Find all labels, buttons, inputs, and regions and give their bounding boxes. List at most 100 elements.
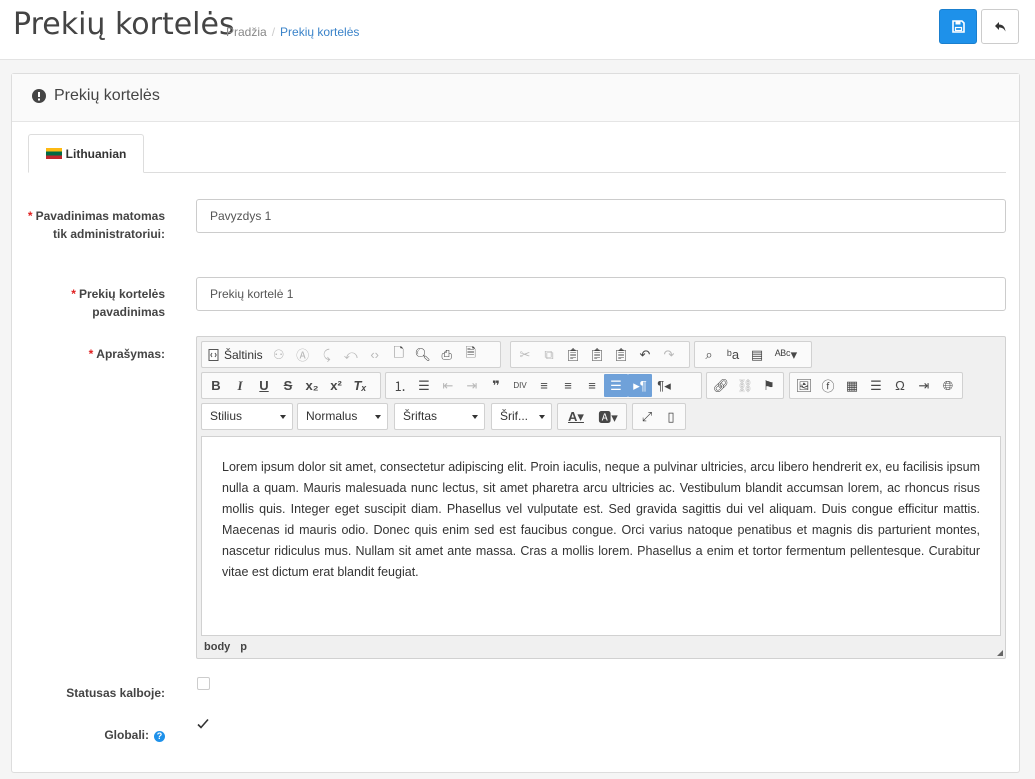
chevron-down-icon <box>280 415 286 419</box>
source-icon <box>208 348 219 361</box>
source-button[interactable]: Šaltinis <box>204 343 267 366</box>
select-block-icon[interactable]: ▤ <box>745 343 769 366</box>
back-button[interactable] <box>981 9 1019 44</box>
lithuania-flag-icon <box>45 148 62 159</box>
path-p[interactable]: p <box>240 641 247 653</box>
flash-icon[interactable]: ⓕ <box>816 374 840 397</box>
text-ltr-icon[interactable]: ▸¶ <box>628 374 652 397</box>
find-icon[interactable]: ⌕ <box>697 343 721 366</box>
breadcrumb-current[interactable]: Prekių kortelės <box>280 25 359 39</box>
div-container-icon[interactable]: DIV <box>508 374 532 397</box>
align-left-icon[interactable]: ≡ <box>532 374 556 397</box>
spellcheck-icon[interactable]: ᴬᴮᶜ▾ <box>769 343 803 366</box>
global-checkbox[interactable] <box>196 717 210 731</box>
indent-icon[interactable]: ⇥ <box>460 374 484 397</box>
resize-handle[interactable] <box>997 650 1003 656</box>
admin-name-label-text: Pavadinimas matomas tik administratoriui… <box>35 209 165 241</box>
admin-name-label: * Pavadinimas matomas tik administratoriu… <box>15 207 165 243</box>
superscript-icon[interactable]: x² <box>324 374 348 397</box>
toolbar-basic-styles-group: B I U S x₂ x² Tₓ <box>201 372 381 399</box>
format-dropdown[interactable]: Normalus <box>297 403 388 430</box>
strikethrough-icon[interactable]: S <box>276 374 300 397</box>
floppy-disk-icon <box>951 20 965 33</box>
table-icon[interactable]: ▦ <box>840 374 864 397</box>
tab-label: Lithuanian <box>65 146 127 161</box>
question-help-icon[interactable]: ? <box>154 731 165 742</box>
bold-icon[interactable]: B <box>204 374 228 397</box>
font-dropdown-value: Šriftas <box>403 409 438 423</box>
paste-icon[interactable]: 📋︎ <box>561 343 585 366</box>
paste-word-icon[interactable]: 📋︎ <box>609 343 633 366</box>
print-icon[interactable]: ⎙ <box>435 343 459 366</box>
save-button[interactable] <box>939 9 977 44</box>
admin-name-input[interactable]: Pavyzdys 1 <box>196 199 1006 233</box>
link-icon[interactable]: 🔗︎ <box>709 374 733 397</box>
create-div-icon[interactable]: ⤹ <box>315 343 339 366</box>
templates-icon[interactable]: ⚇ <box>267 343 291 366</box>
cut-icon[interactable]: ✂ <box>513 343 537 366</box>
underline-icon[interactable]: U <box>252 374 276 397</box>
horizontal-line-icon[interactable]: ☰ <box>864 374 888 397</box>
maximize-icon[interactable]: ⤢ <box>635 405 659 428</box>
preview-icon[interactable]: 🔍︎ <box>411 343 435 366</box>
tab-lithuanian[interactable]: Lithuanian <box>28 134 144 173</box>
align-justify-icon[interactable]: ☰ <box>604 374 628 397</box>
copy-icon[interactable]: ⧉ <box>537 343 561 366</box>
font-dropdown[interactable]: Šriftas <box>394 403 485 430</box>
panel-title: Prekių kortelės <box>54 87 160 104</box>
numbered-list-icon[interactable]: ⒈ <box>388 374 412 397</box>
new-page-icon[interactable]: 🗋 <box>387 343 411 366</box>
global-label-text: Globali: <box>104 728 149 742</box>
toolbar-tools-group: ⤢ ▯ <box>632 403 686 430</box>
italic-icon[interactable]: I <box>228 374 252 397</box>
remove-div-icon[interactable]: ⤺ <box>339 343 363 366</box>
background-color-icon[interactable]: 🅰︎▾ <box>592 405 624 428</box>
card-name-label-text: Prekių kortelės pavadinimas <box>78 287 165 319</box>
anchor-flag-icon[interactable]: ⚑ <box>757 374 781 397</box>
breadcrumb: Pradžia / Prekių kortelės <box>226 25 359 39</box>
source-label: Šaltinis <box>224 347 263 362</box>
chevron-down-icon <box>472 415 478 419</box>
path-body[interactable]: body <box>204 641 230 653</box>
bulleted-list-icon[interactable]: ☰ <box>412 374 436 397</box>
iframe-globe-icon[interactable]: 🌐︎ <box>936 374 960 397</box>
toolbar-paragraph-group: ⒈ ☰ ⇤ ⇥ ❞ DIV ≡ ≡ ≡ ☰ ▸¶ ¶◂ <box>385 372 702 399</box>
rich-text-editor: Šaltinis ⚇ Ⓐ ⤹ ⤺ ‹› 🗋 🔍︎ ⎙ 🗎 ✂ ⧉ 📋︎ 📋︎ 📋… <box>196 336 1006 659</box>
select-all-icon[interactable]: Ⓐ <box>291 343 315 366</box>
format-dropdown-value: Normalus <box>306 409 358 423</box>
document-icon[interactable]: 🗎 <box>459 343 483 366</box>
page-break-icon[interactable]: ⇥ <box>912 374 936 397</box>
status-checkbox[interactable] <box>197 677 210 690</box>
special-char-icon[interactable]: Ω <box>888 374 912 397</box>
font-size-dropdown[interactable]: Šrif... <box>491 403 552 430</box>
toolbar-colors-group: A▾ 🅰︎▾ <box>557 403 627 430</box>
paste-text-icon[interactable]: 📋︎ <box>585 343 609 366</box>
tabs-divider <box>28 172 1006 173</box>
undo-icon[interactable]: ↶ <box>633 343 657 366</box>
panel-heading: Prekių kortelės <box>12 74 1019 122</box>
code-icon[interactable]: ‹› <box>363 343 387 366</box>
text-rtl-icon[interactable]: ¶◂ <box>652 374 676 397</box>
show-blocks-icon[interactable]: ▯ <box>659 405 683 428</box>
chevron-down-icon <box>375 415 381 419</box>
card-name-input[interactable]: Prekių kortelė 1 <box>196 277 1006 311</box>
align-right-icon[interactable]: ≡ <box>580 374 604 397</box>
remove-format-icon[interactable]: Tₓ <box>348 374 372 397</box>
redo-icon[interactable]: ↷ <box>657 343 681 366</box>
outdent-icon[interactable]: ⇤ <box>436 374 460 397</box>
checkmark-icon <box>197 718 209 729</box>
editor-content[interactable]: Lorem ipsum dolor sit amet, consectetur … <box>201 436 1001 636</box>
replace-icon[interactable]: ᵇa <box>721 343 745 366</box>
page-header: Prekių kortelės Pradžia / Prekių kortelės <box>0 0 1035 60</box>
text-color-icon[interactable]: A▾ <box>560 405 592 428</box>
breadcrumb-home[interactable]: Pradžia <box>226 25 267 39</box>
subscript-icon[interactable]: x₂ <box>300 374 324 397</box>
required-marker: * <box>88 347 94 361</box>
align-center-icon[interactable]: ≡ <box>556 374 580 397</box>
toolbar-document-group: Šaltinis ⚇ Ⓐ ⤹ ⤺ ‹› 🗋 🔍︎ ⎙ 🗎 <box>201 341 501 368</box>
image-icon[interactable]: 🖼︎ <box>792 374 816 397</box>
styles-dropdown[interactable]: Stilius <box>201 403 293 430</box>
blockquote-icon[interactable]: ❞ <box>484 374 508 397</box>
unlink-icon[interactable]: ⛓ <box>733 374 757 397</box>
toolbar-find-group: ⌕ ᵇa ▤ ᴬᴮᶜ▾ <box>694 341 812 368</box>
